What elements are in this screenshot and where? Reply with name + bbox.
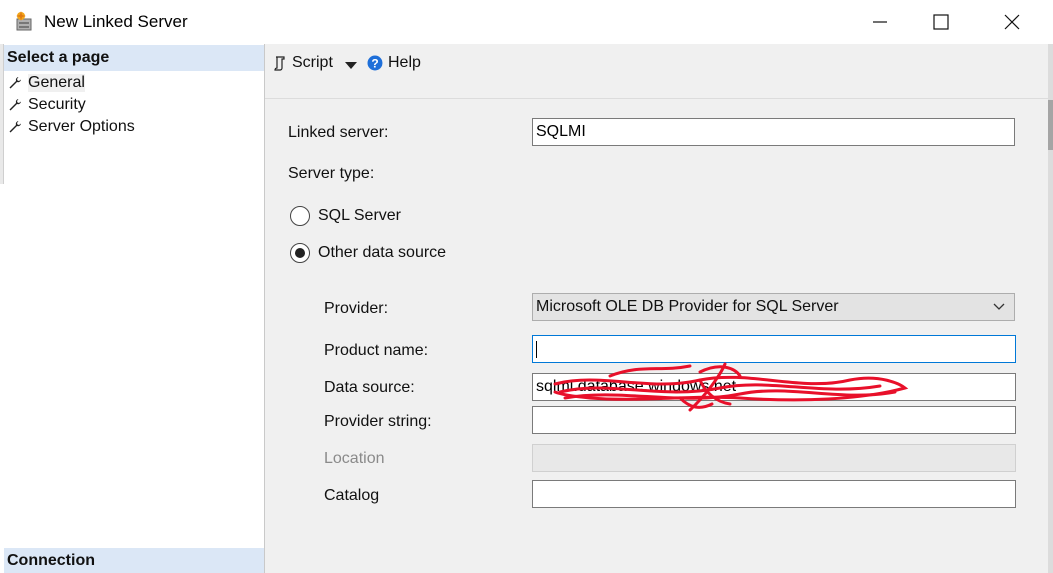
minimize-button[interactable] [857, 0, 903, 44]
script-button[interactable]: Script [273, 54, 333, 72]
provider-string-label: Provider string: [324, 413, 432, 430]
product-name-label: Product name: [324, 342, 429, 359]
radio-other-label: Other data source [318, 244, 447, 261]
sidebar-item-general[interactable]: General [8, 72, 135, 94]
radio-other-data-source[interactable]: Other data source [290, 243, 446, 263]
page-list: General Security Server Options [8, 72, 135, 138]
chevron-down-icon [993, 303, 1005, 310]
close-button[interactable] [989, 0, 1035, 44]
radio-sql-server[interactable]: SQL Server [290, 206, 401, 226]
sidebar-item-security[interactable]: Security [8, 94, 135, 116]
chevron-down-icon [345, 62, 357, 69]
data-source-label: Data source: [324, 379, 415, 396]
svg-text:?: ? [371, 57, 378, 71]
maximize-icon [933, 14, 949, 30]
linked-server-input[interactable] [532, 118, 1015, 146]
help-label: Help [388, 54, 421, 71]
wrench-icon [9, 121, 21, 133]
script-icon [274, 56, 285, 71]
provider-selected-value: Microsoft OLE DB Provider for SQL Server [536, 298, 839, 315]
title-bar[interactable]: New Linked Server [0, 0, 1053, 44]
maximize-button[interactable] [918, 0, 964, 44]
linked-server-label: Linked server: [288, 124, 389, 141]
help-icon: ? [367, 55, 383, 71]
radio-dot [295, 248, 305, 258]
data-source-value: sqlmi.database.windows.net [536, 378, 737, 395]
radio-sql-server-label: SQL Server [318, 207, 401, 224]
location-input [532, 444, 1016, 472]
sidebar-item-label: General [28, 74, 85, 92]
wrench-icon [9, 77, 21, 89]
minimize-icon [873, 21, 887, 23]
location-label: Location [324, 450, 385, 467]
connection-header: Connection [4, 548, 264, 573]
catalog-input[interactable] [532, 480, 1016, 508]
toolbar: Script ? Help [265, 44, 1053, 99]
linked-server-icon [16, 11, 32, 31]
sidebar-item-server-options[interactable]: Server Options [8, 116, 135, 138]
scrollbar-thumb[interactable] [1048, 100, 1053, 150]
server-type-label: Server type: [288, 165, 375, 182]
catalog-label: Catalog [324, 487, 380, 504]
script-dropdown-button[interactable] [345, 62, 357, 70]
select-page-header: Select a page [4, 45, 264, 71]
window-title: New Linked Server [44, 12, 188, 31]
data-source-input[interactable]: sqlmi.database.windows.net [532, 373, 1016, 401]
sidebar-item-label: Server Options [28, 118, 135, 135]
radio-circle [290, 206, 310, 226]
help-button[interactable]: ? Help [367, 54, 421, 72]
text-caret [536, 341, 537, 358]
product-name-input[interactable] [532, 335, 1016, 363]
provider-string-input[interactable] [532, 406, 1016, 434]
provider-select[interactable]: Microsoft OLE DB Provider for SQL Server [532, 293, 1015, 321]
radio-circle-selected [290, 243, 310, 263]
script-label: Script [292, 54, 333, 71]
provider-label: Provider: [324, 300, 389, 317]
sidebar-item-label: Security [28, 96, 86, 113]
wrench-icon [9, 99, 21, 111]
close-icon [1004, 14, 1020, 30]
